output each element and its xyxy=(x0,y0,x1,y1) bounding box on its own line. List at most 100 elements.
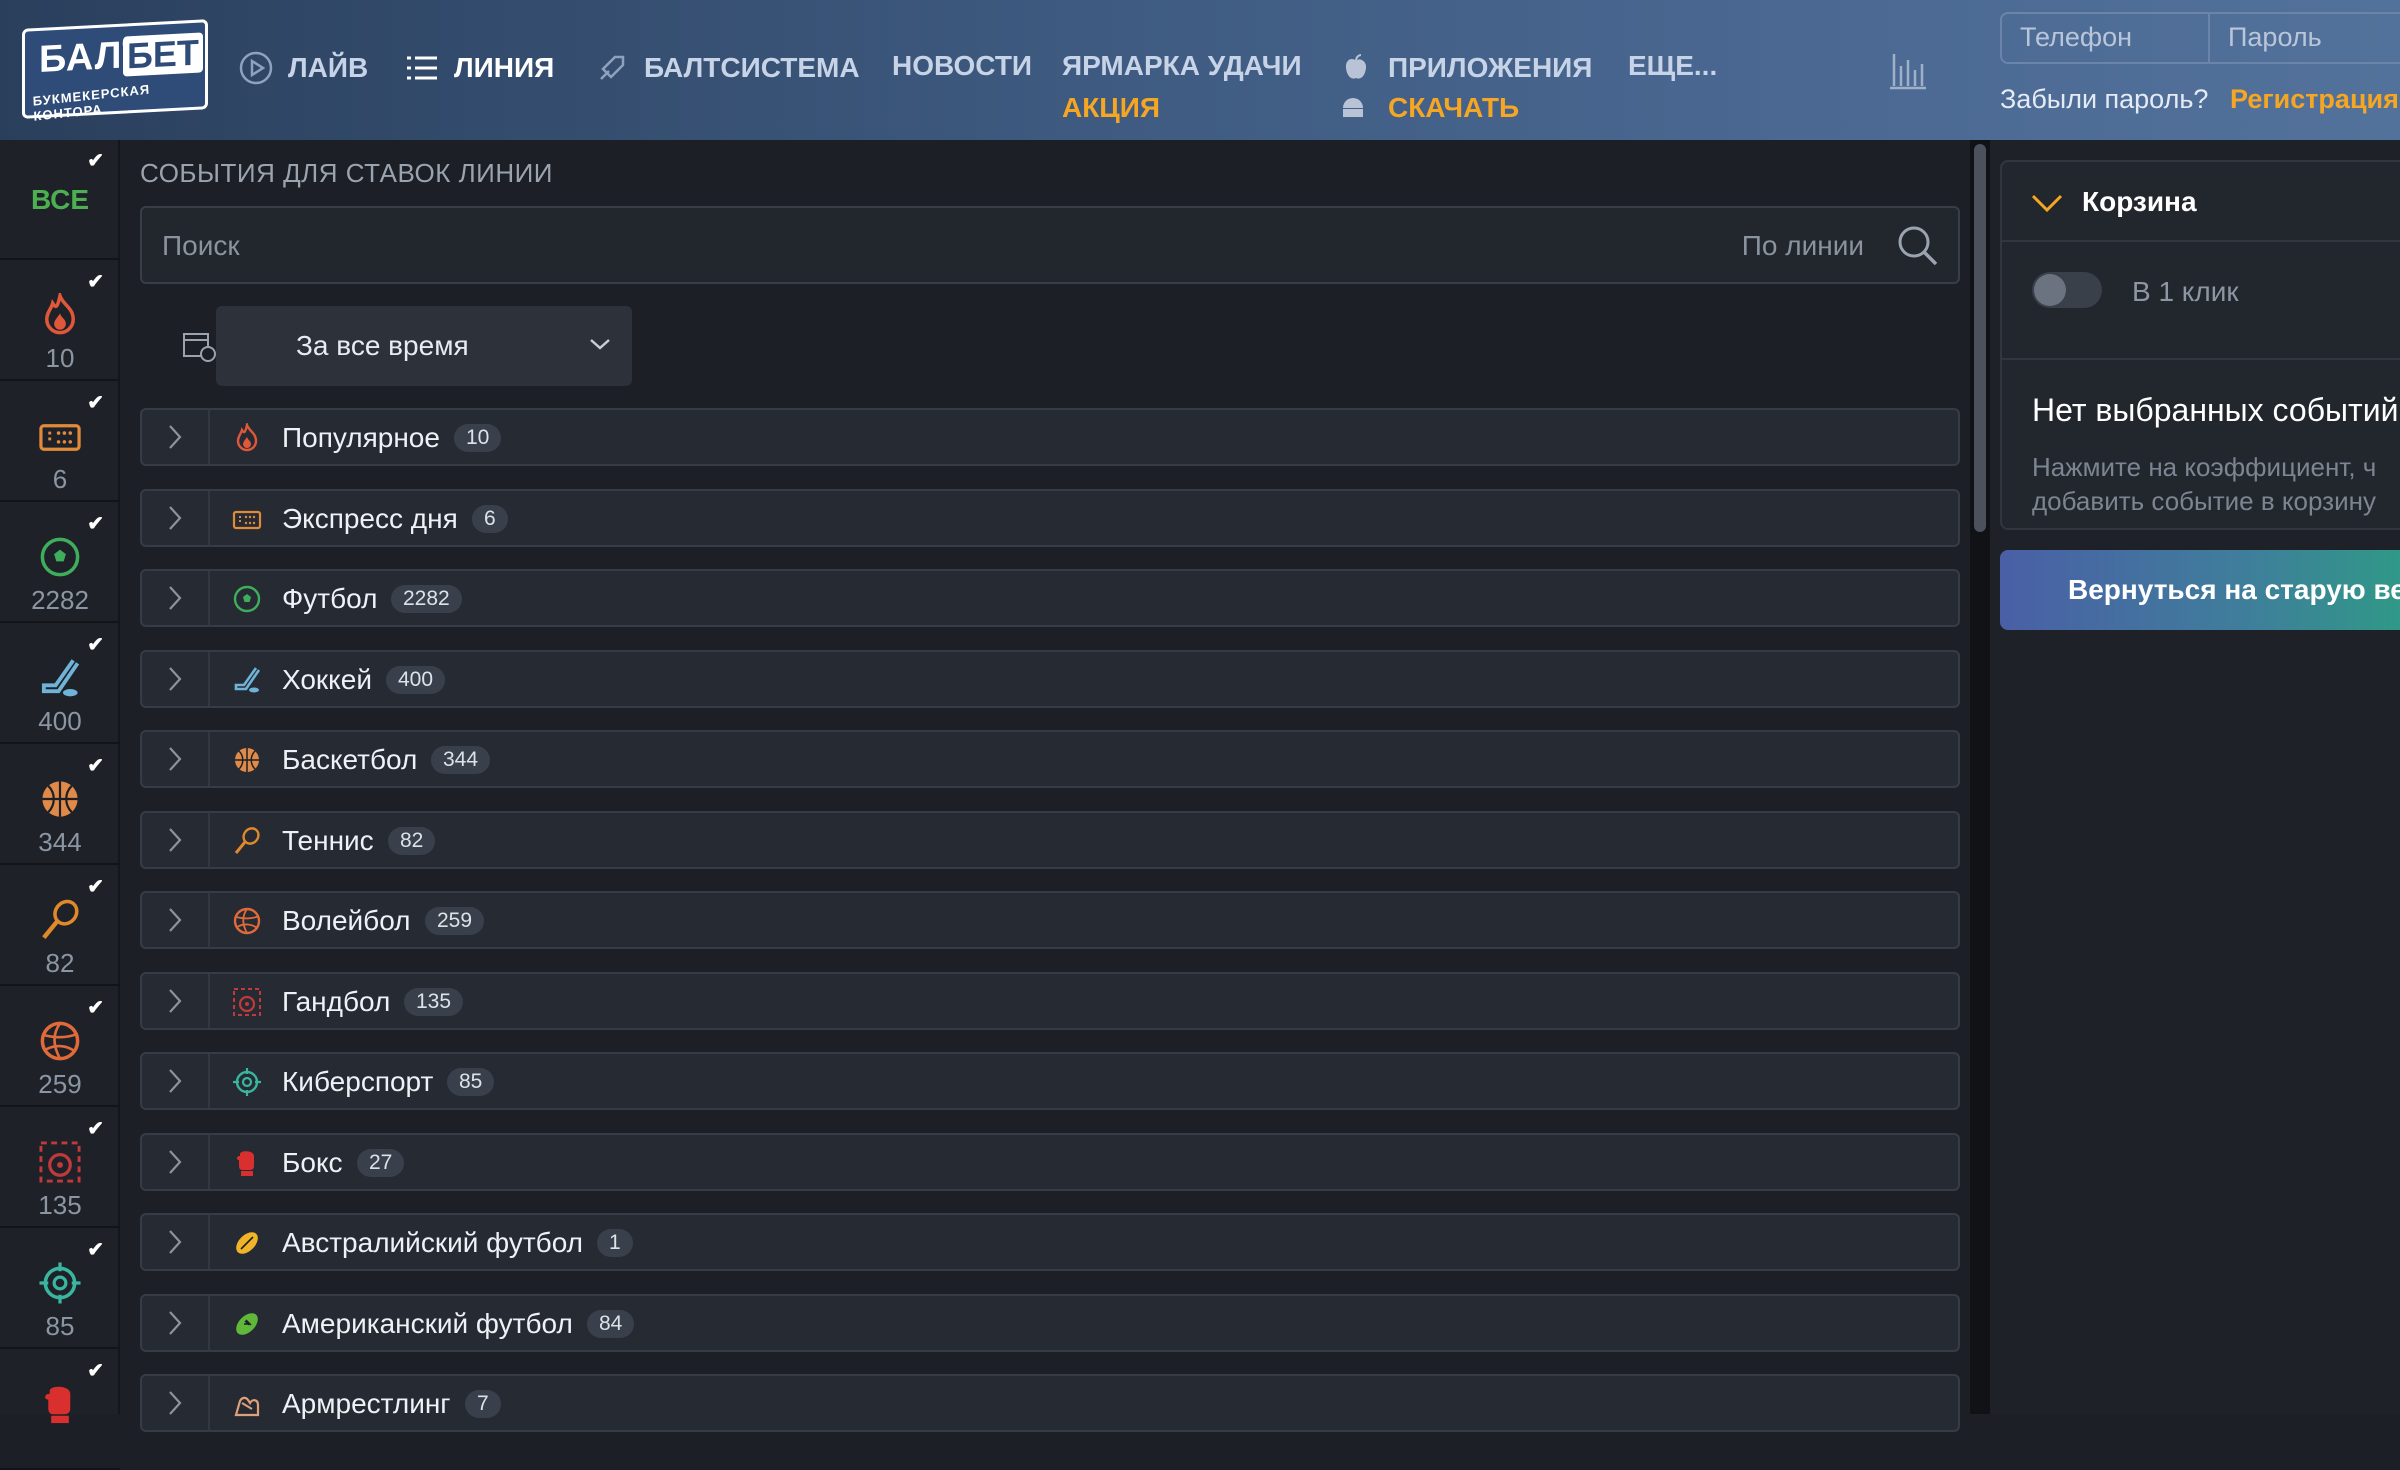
nav-fair[interactable]: ЯРМАРКА УДАЧИ АКЦИЯ xyxy=(1062,50,1302,123)
register-link[interactable]: Регистрация xyxy=(2230,84,2399,115)
chevron-right-icon[interactable] xyxy=(142,410,210,464)
chevron-right-icon[interactable] xyxy=(142,973,210,1028)
sidebar-item-sport[interactable]: ✔ 259 xyxy=(0,987,120,1107)
sidebar-item-sport[interactable]: ✔ 6 xyxy=(0,382,120,502)
nav-live[interactable]: ЛАЙВ xyxy=(238,50,368,86)
baltbet-logo[interactable]: БАЛТ БЕТ БУКМЕКЕРСКАЯ КОНТОРА xyxy=(22,19,208,124)
check-icon: ✔ xyxy=(87,1360,104,1382)
category-count-badge: 10 xyxy=(454,424,502,452)
category-row[interactable]: Популярное 10 xyxy=(140,408,1960,466)
category-row[interactable]: Киберспорт 85 xyxy=(140,1052,1960,1110)
logo-text-sub: БУКМЕКЕРСКАЯ КОНТОРА xyxy=(32,81,151,124)
sidebar-item-sport[interactable]: ✔ 344 xyxy=(0,745,120,865)
period-select[interactable]: За все время xyxy=(216,306,632,386)
search-input[interactable]: Поиск По линии xyxy=(140,206,1960,284)
nav-fair-promo[interactable]: АКЦИЯ xyxy=(1062,92,1160,124)
sidebar-item-count: 6 xyxy=(52,464,68,494)
chevron-down-icon xyxy=(588,336,612,352)
category-label: Экспресс дня xyxy=(282,502,458,534)
category-row[interactable]: Волейбол 259 xyxy=(140,891,1960,949)
logo-text-bet: БЕТ xyxy=(123,32,203,77)
handball-icon xyxy=(232,987,262,1017)
category-label: Киберспорт xyxy=(282,1066,434,1097)
nav-news[interactable]: НОВОСТИ xyxy=(892,50,1032,82)
category-row[interactable]: Теннис 82 xyxy=(140,810,1960,869)
sidebar-item-sport[interactable]: ✔ 2282 xyxy=(0,503,120,623)
apple-icon xyxy=(1338,50,1374,86)
category-row[interactable]: Хоккей 400 xyxy=(140,649,1960,708)
bet-slip-header[interactable]: Корзина xyxy=(2002,162,2400,242)
category-count-badge: 135 xyxy=(404,987,464,1016)
phone-input[interactable]: Телефон xyxy=(2000,12,2210,64)
nav-line-label: ЛИНИЯ xyxy=(454,52,555,83)
search-scope[interactable]: По линии xyxy=(1742,230,1864,262)
boxing-icon xyxy=(232,1148,262,1178)
nav-live-label: ЛАЙВ xyxy=(288,52,369,83)
category-row[interactable]: Экспресс дня 6 xyxy=(140,488,1960,547)
search-icon[interactable] xyxy=(1896,224,1940,268)
chevron-right-icon[interactable] xyxy=(142,1054,210,1108)
stats-icon[interactable] xyxy=(1888,48,1928,90)
chevron-right-icon[interactable] xyxy=(142,490,210,545)
boxing-icon xyxy=(38,1382,82,1426)
bet-slip-panel: Корзина В 1 клик Нет выбранных событий Н… xyxy=(1990,140,2400,1414)
chevron-right-icon[interactable] xyxy=(142,732,210,786)
chevron-right-icon[interactable] xyxy=(142,1215,210,1269)
chevron-right-icon[interactable] xyxy=(142,1295,210,1350)
chevron-right-icon[interactable] xyxy=(142,1376,210,1430)
chevron-right-icon[interactable] xyxy=(142,651,210,706)
category-label: Волейбол xyxy=(282,905,411,936)
one-click-toggle[interactable] xyxy=(2032,272,2102,308)
check-icon: ✔ xyxy=(87,1118,104,1140)
nav-baltsystem-label: БАЛТСИСТЕМА xyxy=(644,52,860,83)
sport-filter-sidebar: ✔ ВСЕ ✔ 10 ✔ 6 ✔ 2282 ✔ 400 ✔ 344 ✔ 82 ✔ 259 ✔ … xyxy=(0,140,120,1470)
category-label: Армрестлинг xyxy=(282,1388,451,1419)
sidebar-item-sport[interactable]: ✔ 10 xyxy=(0,261,120,381)
category-row[interactable]: Австралийский футбол 1 xyxy=(140,1213,1960,1271)
sidebar-item-sport[interactable]: ✔ 82 xyxy=(0,866,120,986)
check-icon: ✔ xyxy=(87,150,104,172)
old-version-button[interactable]: Вернуться на старую вер xyxy=(2000,550,2400,630)
rocket-icon xyxy=(594,50,630,86)
nav-baltsystem[interactable]: БАЛТСИСТЕМА xyxy=(594,50,860,86)
nav-apps[interactable]: ПРИЛОЖЕНИЯ СКАЧАТЬ xyxy=(1338,50,1592,123)
check-icon: ✔ xyxy=(87,755,104,777)
category-count-badge: 400 xyxy=(386,665,446,694)
scrollbar[interactable] xyxy=(1970,140,1990,1414)
nav-line[interactable]: ЛИНИЯ xyxy=(404,50,554,86)
chevron-right-icon[interactable] xyxy=(142,571,210,625)
category-row[interactable]: Американский футбол 84 xyxy=(140,1293,1960,1352)
password-input[interactable]: Пароль xyxy=(2208,12,2400,64)
sidebar-item-sport[interactable]: ✔ xyxy=(0,1350,120,1470)
chevron-right-icon[interactable] xyxy=(142,1134,210,1189)
category-row[interactable]: Бокс 27 xyxy=(140,1132,1960,1191)
check-icon: ✔ xyxy=(87,1239,104,1261)
sidebar-item-sport[interactable]: ✔ 400 xyxy=(0,624,120,744)
category-row[interactable]: Армрестлинг 7 xyxy=(140,1374,1960,1432)
football-icon xyxy=(232,584,262,614)
period-value: За все время xyxy=(296,330,469,361)
category-count-badge: 1 xyxy=(597,1229,633,1257)
esports-icon xyxy=(232,1067,262,1097)
list-icon xyxy=(404,50,440,86)
category-row[interactable]: Футбол 2282 xyxy=(140,569,1960,627)
sidebar-all-label: ВСЕ xyxy=(30,184,90,215)
chevron-right-icon[interactable] xyxy=(142,812,210,867)
hockey-icon xyxy=(38,656,82,700)
nav-apps-download[interactable]: СКАЧАТЬ xyxy=(1388,92,1519,124)
check-icon: ✔ xyxy=(87,271,104,293)
chevron-right-icon[interactable] xyxy=(142,893,210,947)
sidebar-item-sport[interactable]: ✔ 135 xyxy=(0,1108,120,1228)
sidebar-item-sport[interactable]: ✔ 85 xyxy=(0,1229,120,1349)
category-label: Бокс xyxy=(282,1146,343,1178)
nav-more[interactable]: ЕЩЕ... xyxy=(1628,50,1717,82)
check-icon: ✔ xyxy=(87,392,104,414)
forgot-password-link[interactable]: Забыли пароль? xyxy=(2000,84,2208,115)
category-row[interactable]: Баскетбол 344 xyxy=(140,730,1960,788)
category-row[interactable]: Гандбол 135 xyxy=(140,971,1960,1030)
sidebar-item-all[interactable]: ✔ ВСЕ xyxy=(0,140,120,260)
nav-more-label: ЕЩЕ... xyxy=(1628,50,1718,81)
category-count-badge: 85 xyxy=(447,1068,495,1096)
old-version-label: Вернуться на старую вер xyxy=(2068,574,2400,605)
scrollbar-thumb[interactable] xyxy=(1974,144,1986,532)
